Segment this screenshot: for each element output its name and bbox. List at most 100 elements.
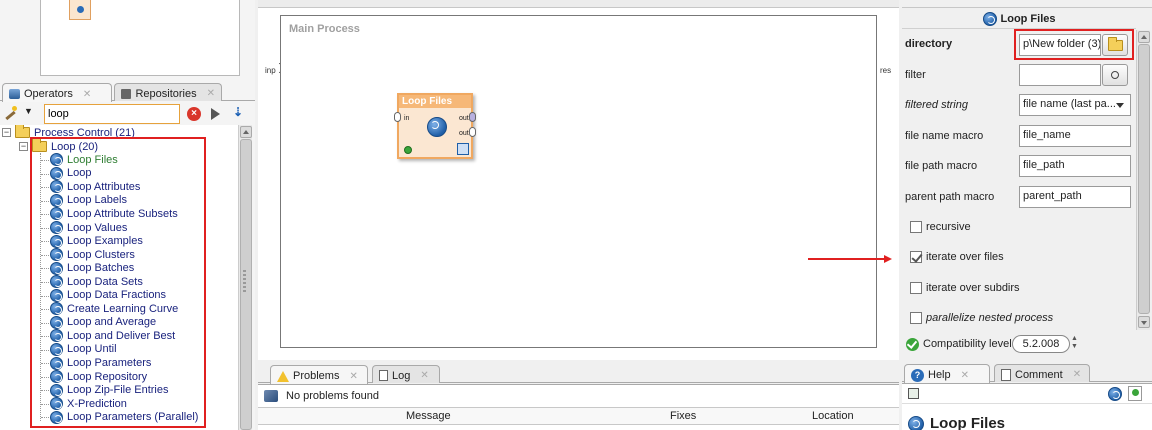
file-name-macro-field[interactable]: file_name — [1019, 125, 1131, 147]
operator-title: Loop Files — [399, 95, 471, 108]
subprocess-icon[interactable] — [457, 143, 469, 155]
clear-search-icon[interactable]: × — [187, 107, 201, 121]
operator-list-item[interactable]: Loop Zip-File Entries — [50, 383, 169, 397]
recursive-label: recursive — [926, 221, 971, 233]
parameters-panel: Loop Files directory p\New folder (3) fi… — [902, 0, 1152, 430]
operator-list-item[interactable]: Loop — [50, 166, 91, 181]
loop-files-operator[interactable]: Loop Files in out out — [394, 93, 476, 159]
loop-icon[interactable] — [1108, 387, 1122, 401]
close-icon[interactable]: ✕ — [420, 370, 428, 381]
process-overview[interactable] — [40, 0, 240, 76]
main-process-canvas[interactable]: Main Process Loop Files in out out — [280, 15, 877, 348]
close-icon[interactable]: ✕ — [961, 370, 969, 381]
out-port-label: out — [459, 130, 469, 137]
filter-field[interactable] — [1019, 64, 1101, 86]
scrollbar-thumb[interactable] — [1138, 44, 1150, 314]
operator-list-item[interactable]: Loop Files — [50, 153, 118, 167]
tab-comment[interactable]: Comment ✕ — [994, 364, 1090, 382]
operator-list-item[interactable]: Loop Labels — [50, 193, 127, 208]
iterate-over-subdirs-checkbox[interactable] — [910, 282, 922, 294]
tab-log[interactable]: Log ✕ — [372, 365, 440, 383]
operator-list-item[interactable]: Loop and Average — [50, 315, 156, 330]
tree-guide-line — [41, 376, 49, 378]
chevron-down-icon[interactable]: ▼ — [24, 106, 33, 116]
operator-list-item[interactable]: Loop Clusters — [50, 248, 135, 262]
operator-out-port[interactable] — [469, 127, 476, 137]
recursive-checkbox[interactable] — [910, 221, 922, 233]
scroll-up-icon[interactable] — [240, 126, 252, 138]
column-location[interactable]: Location — [812, 410, 854, 422]
compatibility-label: Compatibility level — [923, 338, 1012, 350]
tree-guide-line — [41, 390, 49, 392]
operator-list-item[interactable]: Loop Parameters (Parallel) — [50, 410, 198, 424]
filtered-string-select[interactable]: file name (last pa... — [1019, 94, 1131, 116]
operator-list-item[interactable]: Loop Data Sets — [50, 275, 143, 289]
compatibility-field[interactable]: 5.2.008 — [1012, 335, 1070, 353]
close-icon[interactable]: ✕ — [349, 371, 357, 382]
directory-field[interactable]: p\New folder (3) — [1019, 34, 1101, 56]
operator-search-input[interactable] — [44, 104, 180, 124]
collapse-icon[interactable]: − — [19, 142, 28, 152]
loop-icon — [50, 248, 63, 262]
operator-list-item[interactable]: Create Learning Curve — [50, 302, 178, 316]
operator-list-item[interactable]: Loop Batches — [50, 261, 134, 275]
help-view-icon[interactable] — [908, 388, 919, 399]
operator-list-item[interactable]: Loop Data Fractions — [50, 288, 167, 303]
problems-status: No problems found — [286, 389, 379, 402]
operator-list-item[interactable]: Loop Values — [50, 221, 127, 235]
parameters-header: Loop Files — [902, 9, 1136, 29]
loop-icon — [50, 383, 63, 397]
tree-node-loop[interactable]: − Loop (20) — [19, 138, 98, 154]
operator-list-item-label: Loop Values — [67, 221, 128, 234]
operator-out-port[interactable] — [469, 112, 476, 122]
operator-list-item[interactable]: Loop and Deliver Best — [50, 329, 175, 343]
magnifier-icon — [1111, 71, 1119, 79]
operator-list-item[interactable]: X-Prediction — [50, 397, 127, 411]
file-path-macro-field[interactable]: file_path — [1019, 155, 1131, 177]
parameters-scrollbar[interactable] — [1136, 30, 1150, 330]
close-icon[interactable]: ✕ — [207, 88, 215, 99]
column-fixes[interactable]: Fixes — [670, 410, 696, 422]
tree-guide-line — [41, 160, 49, 161]
scroll-up-icon[interactable] — [1138, 31, 1150, 43]
filter-search-button[interactable] — [1102, 64, 1128, 86]
sort-icon[interactable]: ⇣ — [233, 105, 249, 121]
spinner-icon[interactable]: ▲ ▼ — [1071, 335, 1079, 353]
process-canvas-area[interactable]: inp res Main Process Loop Files in out o… — [258, 8, 899, 360]
filter-icon[interactable] — [209, 106, 223, 121]
new-operator-wand-icon[interactable] — [4, 106, 18, 120]
parallelize-checkbox[interactable] — [910, 312, 922, 324]
tree-guide-line — [41, 417, 49, 419]
tab-help[interactable]: ? Help ✕ — [904, 364, 990, 383]
column-message[interactable]: Message — [406, 410, 451, 422]
operator-list-item-label: Loop Attribute Subsets — [67, 207, 178, 220]
close-icon[interactable]: ✕ — [1073, 369, 1081, 380]
tab-repositories[interactable]: Repositories ✕ — [114, 83, 222, 101]
operator-list-item-label: Loop Clusters — [67, 248, 135, 261]
close-icon[interactable]: ✕ — [83, 89, 91, 100]
operator-list-item-label: Loop and Deliver Best — [67, 329, 176, 342]
overview-operator-thumbnail — [69, 0, 91, 20]
operator-list-item-label: Loop Files — [67, 153, 118, 166]
operator-list-item[interactable]: Loop Attribute Subsets — [50, 207, 178, 221]
operator-list-item[interactable]: Loop Attributes — [50, 180, 140, 194]
collapse-icon[interactable]: − — [2, 128, 11, 138]
operator-list-item[interactable]: Loop Parameters — [50, 356, 151, 370]
operator-list-item-label: Loop Data Fractions — [67, 289, 167, 302]
scrollbar-thumb[interactable] — [240, 139, 252, 430]
tab-operators[interactable]: Operators ✕ — [2, 83, 112, 102]
operator-in-port[interactable] — [394, 112, 401, 122]
iterate-over-files-checkbox[interactable] — [910, 251, 922, 263]
scroll-down-icon[interactable] — [1138, 316, 1150, 328]
browse-folder-button[interactable] — [1102, 34, 1128, 56]
operator-list-item[interactable]: Loop Examples — [50, 234, 143, 248]
annotation-arrow — [808, 255, 892, 263]
parent-path-macro-field[interactable]: parent_path — [1019, 186, 1131, 208]
help-toolbar — [902, 384, 1152, 404]
tab-problems[interactable]: Problems ✕ — [270, 365, 368, 384]
bulb-icon[interactable] — [1128, 386, 1142, 401]
operator-list-item[interactable]: Loop Repository — [50, 370, 147, 384]
tree-node-process-control[interactable]: − Process Control (21) — [2, 125, 135, 140]
operator-list-item[interactable]: Loop Until — [50, 342, 117, 357]
splitter-grip[interactable] — [243, 270, 246, 292]
